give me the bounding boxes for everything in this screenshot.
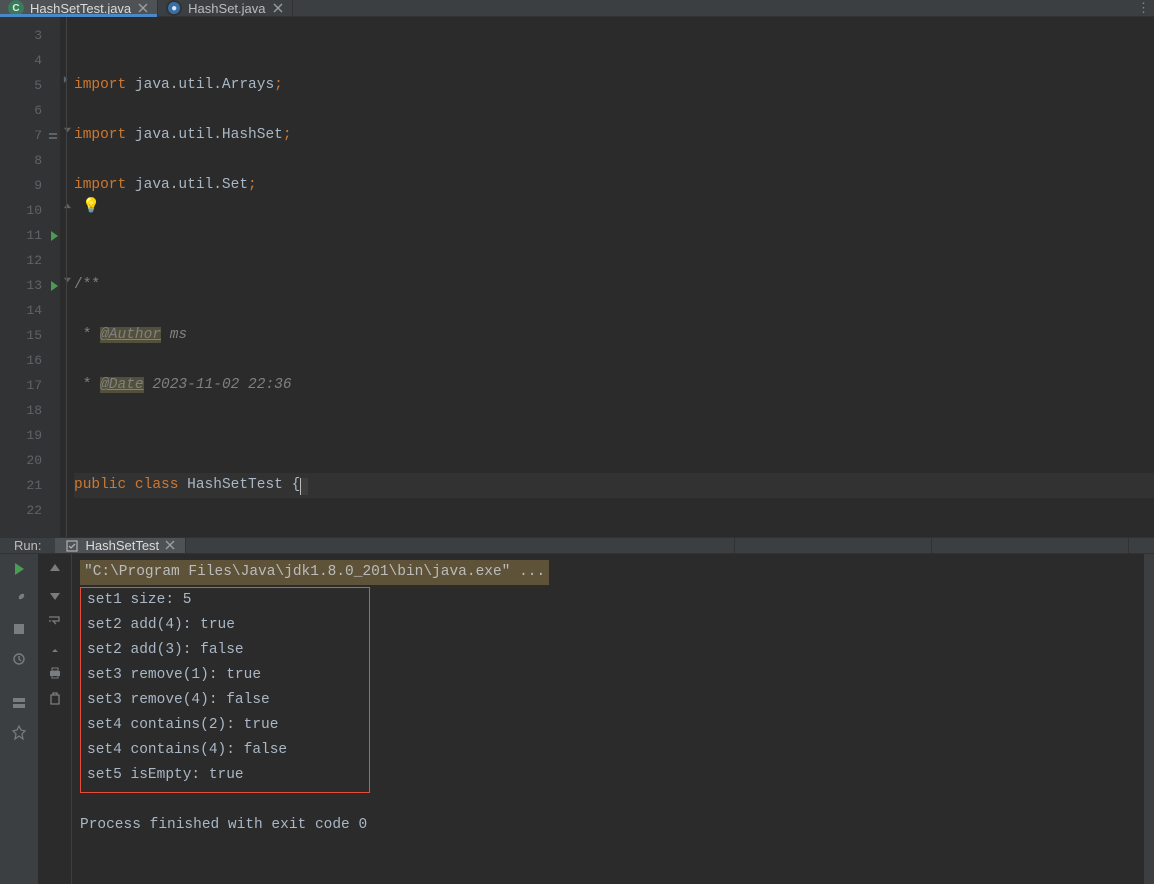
output-line: set4 contains(4): false — [87, 738, 363, 763]
fold-toggle-icon[interactable] — [60, 267, 74, 292]
caret — [300, 478, 308, 495]
gutter-line: 6 — [0, 98, 60, 123]
intention-bulb-icon[interactable]: 💡 — [82, 195, 98, 211]
gutter-line: 17 — [0, 373, 60, 398]
output-line: set3 remove(4): false — [87, 688, 363, 713]
gutter-line: 11 — [0, 223, 60, 248]
run-gutter-icon[interactable] — [51, 281, 58, 291]
gutter-line: 9 — [0, 173, 60, 198]
run-tools-left — [0, 554, 38, 884]
gutter-line: 19 — [0, 423, 60, 448]
output-line: set5 isEmpty: true — [87, 763, 363, 788]
tab-label: HashSetTest.java — [30, 1, 131, 16]
editor-tabs: C HashSetTest.java ● HashSet.java ⋮ — [0, 0, 1154, 17]
gutter-line: 10 — [0, 198, 60, 223]
command-line: "C:\Program Files\Java\jdk1.8.0_201\bin\… — [80, 560, 549, 585]
tab-hashset[interactable]: ● HashSet.java — [158, 0, 292, 16]
run-tab-label: HashSetTest — [85, 538, 159, 553]
gutter-line: 13 — [0, 273, 60, 298]
gutter-line: 21 — [0, 473, 60, 498]
console-output[interactable]: "C:\Program Files\Java\jdk1.8.0_201\bin\… — [72, 554, 1154, 884]
gutter-line: 4 — [0, 48, 60, 73]
run-tools-console — [38, 554, 72, 884]
gutter-line: 12 — [0, 248, 60, 273]
rerun-icon[interactable] — [10, 560, 28, 578]
editor-area: 3 4 5 6 7 8 9 10 11 12 13 14 15 16 17 18… — [0, 17, 1154, 537]
class-file-icon: C — [8, 0, 24, 16]
layout-icon[interactable] — [10, 694, 28, 712]
run-header-right — [734, 538, 1154, 553]
gutter-line: 8 — [0, 148, 60, 173]
fold-toggle-icon[interactable] — [60, 117, 74, 142]
tabs-overflow[interactable]: ⋮ — [1137, 0, 1154, 16]
clear-all-icon[interactable] — [46, 690, 64, 708]
fold-column — [60, 17, 74, 537]
run-label: Run: — [0, 538, 55, 553]
gutter-line: 14 — [0, 298, 60, 323]
output-line: set4 contains(2): true — [87, 713, 363, 738]
gutter-line: 15 — [0, 323, 60, 348]
down-icon[interactable] — [46, 586, 64, 604]
output-line: set2 add(3): false — [87, 638, 363, 663]
scroll-to-end-icon[interactable] — [46, 638, 64, 656]
exit-line: Process finished with exit code 0 — [80, 813, 1146, 838]
run-config-icon — [65, 539, 79, 553]
fold-end-icon[interactable] — [60, 192, 74, 217]
output-line: set2 add(4): true — [87, 613, 363, 638]
gutter-line: 20 — [0, 448, 60, 473]
output-line: set3 remove(1): true — [87, 663, 363, 688]
close-icon[interactable] — [272, 2, 284, 14]
code-area[interactable]: 💡 import java.util.Arrays; import java.u… — [74, 17, 1154, 537]
stop-icon[interactable] — [10, 620, 28, 638]
gutter-line: 5 — [0, 73, 60, 98]
run-gutter-icon[interactable] — [51, 231, 58, 241]
close-icon[interactable] — [137, 2, 149, 14]
gutter-line: 3 — [0, 23, 60, 48]
gutter: 3 4 5 6 7 8 9 10 11 12 13 14 15 16 17 18… — [0, 17, 60, 537]
output-line: set1 size: 5 — [87, 588, 363, 613]
scrollbar[interactable] — [1144, 554, 1154, 884]
pin-icon[interactable] — [10, 724, 28, 742]
gutter-line: 7 — [0, 123, 60, 148]
tab-label: HashSet.java — [188, 1, 265, 16]
run-panel: "C:\Program Files\Java\jdk1.8.0_201\bin\… — [0, 554, 1154, 884]
output-highlight-box: set1 size: 5 set2 add(4): true set2 add(… — [80, 587, 370, 793]
dump-threads-icon[interactable] — [10, 650, 28, 668]
run-panel-header: Run: HashSetTest — [0, 537, 1154, 554]
gutter-line: 18 — [0, 398, 60, 423]
run-tab[interactable]: HashSetTest — [55, 538, 186, 553]
breakpoint-column-icon[interactable] — [48, 131, 58, 141]
tab-hashsettest[interactable]: C HashSetTest.java — [0, 0, 158, 16]
up-icon[interactable] — [46, 560, 64, 578]
wrench-icon[interactable] — [10, 590, 28, 608]
gutter-line: 22 — [0, 498, 60, 523]
soft-wrap-icon[interactable] — [46, 612, 64, 630]
close-icon[interactable] — [165, 538, 175, 553]
print-icon[interactable] — [46, 664, 64, 682]
java-file-icon: ● — [166, 0, 182, 16]
fold-end-icon[interactable] — [60, 67, 74, 92]
gutter-line: 16 — [0, 348, 60, 373]
